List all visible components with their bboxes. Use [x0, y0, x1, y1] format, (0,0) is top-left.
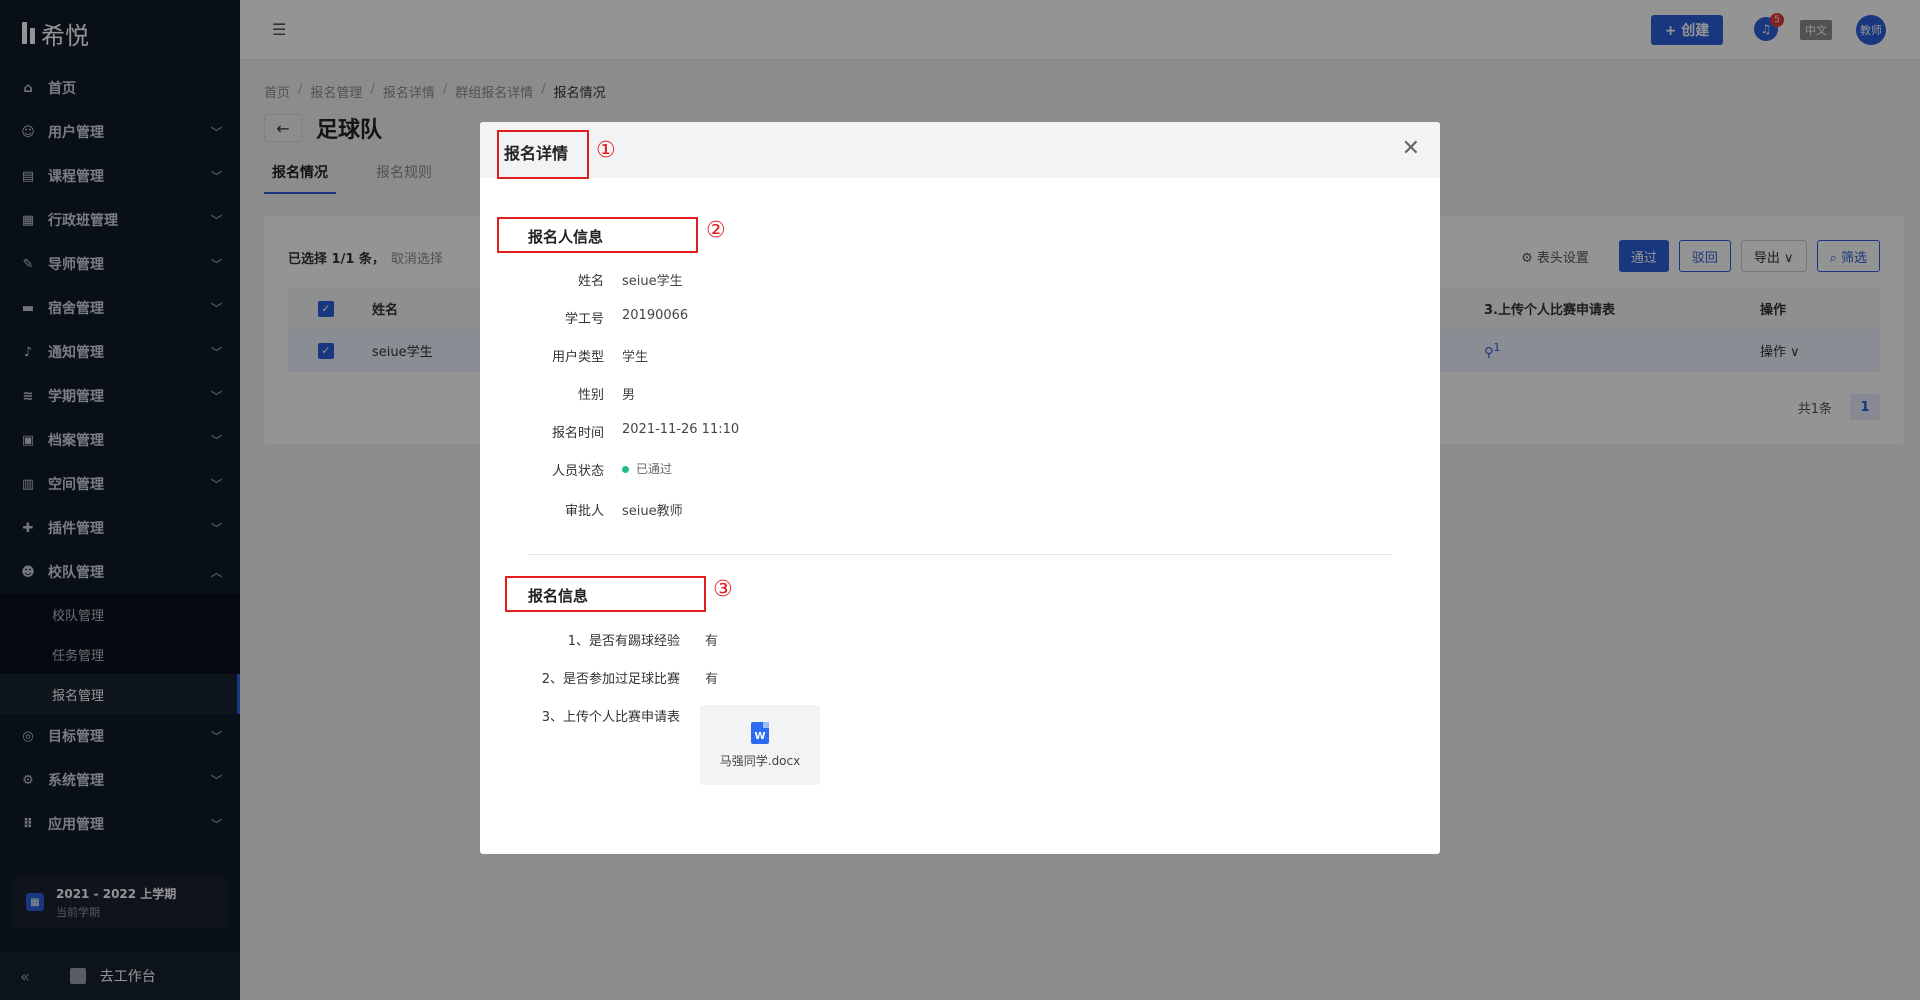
status-dot-icon — [622, 466, 629, 473]
word-document-icon: W — [751, 721, 769, 744]
signup-info-heading: 报名信息 — [528, 587, 589, 605]
field-user-type: 用户类型 学生 — [504, 346, 648, 365]
field-student-id: 学工号 20190066 — [504, 308, 688, 327]
field-label: 姓名 — [577, 274, 604, 289]
annotation-box-1 — [497, 130, 589, 179]
field-value: seiue教师 — [622, 504, 683, 519]
modal-header: 报名详情 ✕ — [480, 122, 1440, 178]
attachment-file-card[interactable]: W 马强同学.docx — [700, 705, 820, 785]
field-label: 审批人 — [564, 504, 604, 519]
field-label: 学工号 — [564, 312, 604, 327]
status-text: 已通过 — [636, 462, 673, 476]
field-approver: 审批人 seiue教师 — [504, 500, 683, 519]
signup-detail-modal: 报名详情 ✕ ① ② ③ 报名人信息 姓名 seiue学生 学工号 201900… — [480, 122, 1440, 854]
field-value: 男 — [622, 388, 636, 403]
field-label: 性别 — [577, 388, 604, 403]
answer-value: 有 — [705, 634, 719, 649]
field-signup-time: 报名时间 2021-11-26 11:10 — [504, 422, 739, 441]
field-name: 姓名 seiue学生 — [504, 270, 683, 289]
annotation-marker-3: ③ — [713, 577, 733, 602]
section-divider — [528, 554, 1392, 555]
field-gender: 性别 男 — [504, 384, 635, 403]
answer-value: 有 — [705, 672, 719, 687]
field-label: 人员状态 — [551, 464, 604, 479]
question-label: 2、是否参加过足球比赛 — [541, 672, 680, 687]
answer-row: 2、是否参加过足球比赛 有 — [504, 668, 718, 687]
answer-row: 1、是否有踢球经验 有 — [504, 630, 718, 649]
question-label: 3、上传个人比赛申请表 — [541, 710, 680, 725]
field-label: 用户类型 — [551, 350, 604, 365]
field-value: seiue学生 — [622, 274, 683, 289]
field-status: 人员状态 已通过 — [504, 460, 672, 479]
close-icon[interactable]: ✕ — [1402, 136, 1420, 161]
question-label: 1、是否有踢球经验 — [567, 634, 680, 649]
field-value: 20190066 — [622, 308, 689, 323]
applicant-info-heading: 报名人信息 — [528, 228, 604, 246]
annotation-marker-2: ② — [706, 218, 726, 243]
field-value: 2021-11-26 11:10 — [622, 422, 740, 437]
file-name: 马强同学.docx — [719, 753, 801, 768]
answer-row: 3、上传个人比赛申请表 — [504, 706, 680, 725]
field-value: 学生 — [622, 350, 649, 365]
annotation-marker-1: ① — [596, 138, 616, 163]
field-label: 报名时间 — [551, 426, 604, 441]
status-badge: 已通过 — [622, 460, 672, 479]
